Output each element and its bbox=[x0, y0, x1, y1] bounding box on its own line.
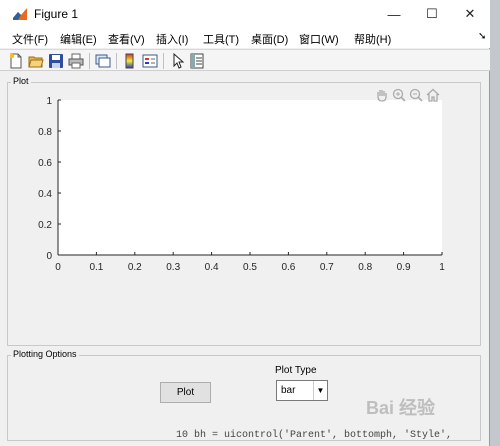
x-tick-label: 0.1 bbox=[89, 262, 103, 273]
zoom-in-icon[interactable] bbox=[392, 88, 406, 102]
x-tick-label: 0.8 bbox=[358, 262, 372, 273]
x-tick-label: 1 bbox=[439, 262, 445, 273]
plot-type-value: bar bbox=[281, 385, 296, 396]
home-icon[interactable] bbox=[426, 88, 440, 102]
watermark: Bai 经验 bbox=[366, 398, 436, 418]
x-tick-label: 0.6 bbox=[281, 262, 295, 273]
plot-axes[interactable]: 0 0.1 0.2 0.3 0.4 0.5 0.6 0.7 0.8 0.9 1 0 0.2 0.4 0.6 0… bbox=[0, 0, 490, 300]
y-tick-label: 0.4 bbox=[38, 189, 52, 200]
plot-button[interactable]: Plot bbox=[160, 382, 211, 403]
x-tick-label: 0.5 bbox=[243, 262, 257, 273]
y-tick-label: 0.2 bbox=[38, 220, 52, 231]
background-code-line: 10 bh = uicontrol('Parent', bottomph, 'S… bbox=[176, 430, 453, 441]
x-tick-label: 0.2 bbox=[128, 262, 142, 273]
x-tick-label: 0.9 bbox=[397, 262, 411, 273]
plotting-options-title: Plotting Options bbox=[11, 349, 79, 359]
chevron-down-icon[interactable]: ▼ bbox=[313, 381, 327, 400]
x-tick-label: 0.4 bbox=[205, 262, 219, 273]
background-window-edge bbox=[490, 0, 500, 446]
y-tick-label: 0.6 bbox=[38, 158, 52, 169]
x-tick-label: 0.7 bbox=[320, 262, 334, 273]
figure-window: Figure 1 — ☐ ✕ 文件(F) 编辑(E) 查看(V) 插入(I) 工… bbox=[0, 0, 490, 446]
axes-toolbar bbox=[375, 88, 440, 102]
x-tick-label: 0 bbox=[55, 262, 61, 273]
y-tick-label: 1 bbox=[46, 96, 52, 107]
y-tick-label: 0.8 bbox=[38, 127, 52, 138]
axes-background bbox=[58, 100, 442, 255]
plot-type-select[interactable]: bar ▼ bbox=[276, 380, 328, 401]
plot-type-label: Plot Type bbox=[275, 365, 317, 376]
zoom-out-icon[interactable] bbox=[409, 88, 423, 102]
x-tick-label: 0.3 bbox=[166, 262, 180, 273]
pan-hand-icon[interactable] bbox=[375, 88, 389, 102]
y-tick-label: 0 bbox=[46, 251, 52, 262]
